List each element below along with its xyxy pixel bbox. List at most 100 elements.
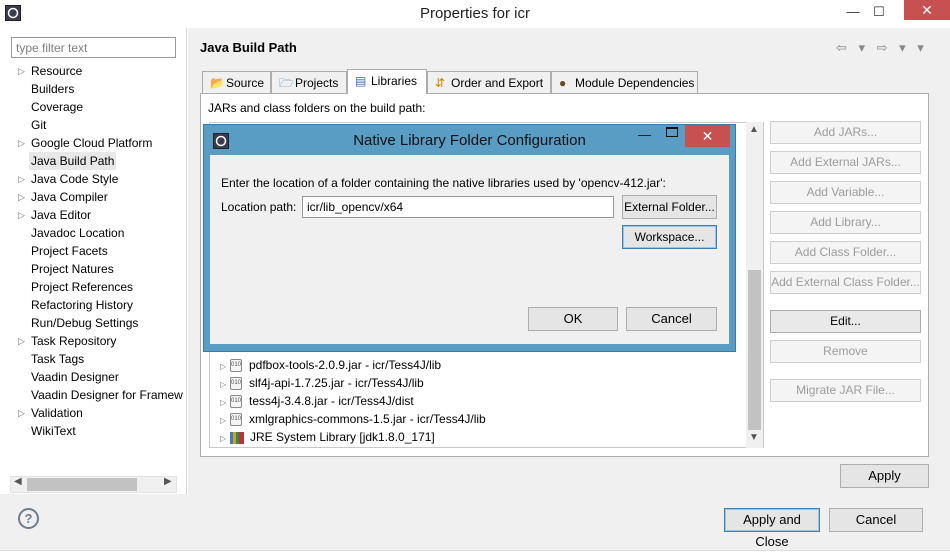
scroll-left-icon[interactable]: ◀ (14, 476, 22, 487)
nav-item[interactable]: Builders (0, 80, 187, 98)
expand-arrow-icon[interactable]: ▷ (18, 188, 25, 206)
ok-button[interactable]: OK (528, 307, 618, 331)
edit-button[interactable]: Edit... (770, 310, 921, 333)
nav-item-label: Vaadin Designer (31, 370, 119, 384)
nav-item[interactable]: ▷ Java Editor (0, 206, 187, 224)
nav-item-label: Git (31, 118, 47, 132)
nav-item[interactable]: Java Build Path (0, 152, 187, 170)
dialog-title: Native Library Folder Configuration (353, 132, 586, 149)
nav-item[interactable]: Project Natures (0, 260, 187, 278)
nav-item-label: Java Build Path (29, 152, 117, 170)
nav-item-label: Validation (31, 406, 83, 420)
page-title: Java Build Path (200, 40, 297, 55)
dialog-maximize-button[interactable] (666, 127, 678, 137)
location-path-input[interactable] (302, 196, 614, 218)
tab-order-and-export[interactable]: ⇵ Order and Export (427, 71, 551, 93)
tab-label: Order and Export (451, 76, 544, 90)
tab-libraries[interactable]: ▤ Libraries (347, 69, 427, 94)
external-folder-button[interactable]: External Folder... (622, 195, 717, 219)
add-library-button[interactable]: Add Library... (770, 211, 921, 234)
dialog-cancel-button[interactable]: Cancel (626, 307, 717, 331)
add-external-class-folder-button[interactable]: Add External Class Folder... (770, 271, 921, 294)
nav-item[interactable]: WikiText (0, 422, 187, 440)
expand-arrow-icon[interactable]: ▷ (18, 332, 25, 350)
nav-item-label: Task Repository (31, 334, 117, 348)
migrate-jar-button[interactable]: Migrate JAR File... (770, 379, 921, 402)
close-window-button[interactable]: ✕ (904, 0, 950, 20)
tree-row[interactable]: ▷ 010 tess4j-3.4.8.jar - icr/Tess4J/dist (220, 392, 414, 410)
expand-arrow-icon[interactable]: ▷ (18, 134, 25, 152)
nav-item[interactable]: ▷ Java Code Style (0, 170, 187, 188)
add-variable-button[interactable]: Add Variable... (770, 181, 921, 204)
nav-item-label: Javadoc Location (31, 226, 125, 240)
expand-arrow-icon[interactable]: ▷ (18, 404, 25, 422)
tab-source[interactable]: 📂Source (202, 71, 271, 93)
nav-item[interactable]: ▷ Task Repository (0, 332, 187, 350)
filter-input[interactable] (11, 37, 176, 58)
add-external-jars-button[interactable]: Add External JARs... (770, 151, 921, 174)
apply-and-close-button[interactable]: Apply and Close (724, 508, 820, 549)
apply-button[interactable]: Apply (840, 464, 929, 488)
workspace-button[interactable]: Workspace... (622, 225, 717, 249)
tab-label: Module Dependencies (575, 76, 695, 90)
nav-item-label: Project References (31, 280, 134, 294)
nav-scroll-thumb[interactable] (27, 478, 137, 491)
jar-icon: 010 (230, 377, 242, 391)
scroll-down-icon[interactable]: ▼ (749, 432, 759, 443)
expand-arrow-icon[interactable]: ▷ (18, 170, 25, 188)
minimize-button[interactable]: — (840, 2, 866, 22)
tab-module-dependencies[interactable]: ● Module Dependencies (551, 71, 698, 93)
nav-item[interactable]: Coverage (0, 98, 187, 116)
tab-label: Libraries (371, 74, 418, 88)
expand-arrow-icon[interactable]: ▷ (18, 206, 25, 224)
library-icon (230, 431, 244, 444)
dialog-body: Enter the location of a folder containin… (210, 155, 729, 344)
scroll-right-icon[interactable]: ▶ (164, 476, 172, 487)
tree-row-label: slf4j-api-1.7.25.jar - icr/Tess4J/lib (249, 376, 424, 390)
nav-item[interactable]: ▷ Java Compiler (0, 188, 187, 206)
nav-item[interactable]: ▷ Resource (0, 62, 187, 80)
nav-item-label: WikiText (31, 424, 76, 438)
window-title: Properties for icr (419, 5, 531, 22)
nav-item[interactable]: Project Facets (0, 242, 187, 260)
tree-row-label: tess4j-3.4.8.jar - icr/Tess4J/dist (249, 394, 414, 408)
tab-projects[interactable]: 🗁Projects (271, 71, 347, 93)
tree-row[interactable]: ▷ 010 slf4j-api-1.7.25.jar - icr/Tess4J/li… (220, 374, 424, 392)
dialog-close-button[interactable]: ✕ (685, 125, 730, 147)
nav-item[interactable]: Vaadin Designer for Framew (0, 386, 187, 404)
tree-row[interactable]: ▷ 010 pdfbox-tools-2.0.9.jar - icr/Tess4J/… (220, 356, 441, 374)
nav-item-label: Resource (31, 64, 83, 78)
history-nav-icons[interactable]: ⇦ ▾ ⇨ ▾ ▾ (836, 40, 928, 56)
nav-item[interactable]: Git (0, 116, 187, 134)
status-strip (0, 550, 950, 558)
tree-scroll-thumb[interactable] (748, 270, 761, 430)
scroll-up-icon[interactable]: ▲ (749, 124, 759, 135)
nav-item[interactable]: Project References (0, 278, 187, 296)
nav-item[interactable]: Javadoc Location (0, 224, 187, 242)
nav-item-label: Coverage (31, 100, 84, 114)
nav-item[interactable]: Vaadin Designer (0, 368, 187, 386)
dialog-minimize-button[interactable]: — (638, 127, 651, 142)
tree-row-label: pdfbox-tools-2.0.9.jar - icr/Tess4J/lib (249, 358, 442, 372)
nav-item-label: Google Cloud Platform (31, 136, 153, 150)
build-path-caption: JARs and class folders on the build path… (208, 101, 426, 115)
maximize-button[interactable]: ☐ (866, 2, 892, 22)
expand-arrow-icon[interactable]: ▷ (18, 62, 25, 80)
nav-item[interactable]: Refactoring History (0, 296, 187, 314)
nav-item[interactable]: Run/Debug Settings (0, 314, 187, 332)
nav-item-label: Java Editor (31, 208, 92, 222)
remove-button[interactable]: Remove (770, 340, 921, 363)
projects-icon: 🗁 (279, 76, 294, 90)
nav-item[interactable]: ▷ Google Cloud Platform (0, 134, 187, 152)
help-icon[interactable]: ? (18, 508, 39, 529)
order-export-icon: ⇵ (435, 76, 446, 90)
nav-item[interactable]: ▷ Validation (0, 404, 187, 422)
nav-item[interactable]: Task Tags (0, 350, 187, 368)
expand-arrow-icon[interactable]: ▷ (220, 430, 230, 448)
tree-row[interactable]: ▷ 010 xmlgraphics-commons-1.5.jar - icr/Te… (220, 410, 486, 428)
add-jars-button[interactable]: Add JARs... (770, 121, 921, 144)
tab-label: Source (226, 76, 265, 90)
cancel-button[interactable]: Cancel (829, 508, 923, 532)
tree-row[interactable]: ▷ JRE System Library [jdk1.8.0_171] (220, 428, 435, 446)
add-class-folder-button[interactable]: Add Class Folder... (770, 241, 921, 264)
